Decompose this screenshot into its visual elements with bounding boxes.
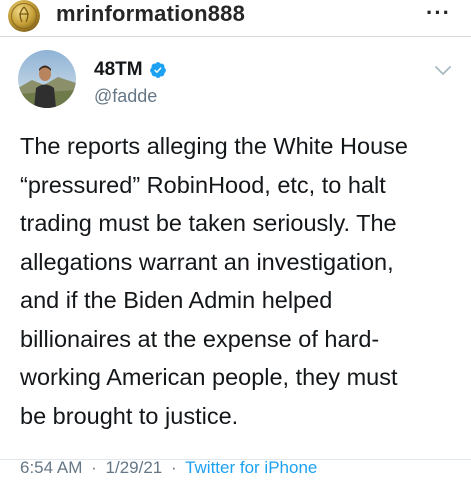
chevron-down-icon[interactable] bbox=[435, 65, 451, 77]
tweet-display-name[interactable]: 48TM bbox=[94, 59, 143, 81]
tweet-metadata: 6:54 AM · 1/29/21 · Twitter for iPhone bbox=[20, 458, 317, 478]
profile-photo-icon bbox=[18, 50, 76, 108]
gold-coin-avatar-icon bbox=[8, 0, 40, 32]
tweet-source-link[interactable]: Twitter for iPhone bbox=[185, 458, 317, 477]
instagram-username[interactable]: mrinformation888 bbox=[56, 1, 245, 27]
tweet-author-avatar[interactable] bbox=[18, 50, 76, 108]
tweet-text-line: billionaires at the expense of hard- bbox=[20, 325, 380, 352]
instagram-avatar[interactable] bbox=[8, 0, 40, 32]
tweet-text-line: “pressured” RobinHood, etc, to halt bbox=[20, 171, 386, 198]
tweet-text-line: working American people, they must bbox=[20, 364, 398, 390]
tweet-text-line: and if the Biden Admin helped bbox=[20, 287, 333, 313]
instagram-post-header: mrinformation888 ··· bbox=[0, 0, 471, 34]
tweet-text-line: allegations warrant an investigation, bbox=[20, 248, 394, 275]
tweet-text: The reports alleging the White House “pr… bbox=[20, 127, 460, 435]
tweet-handle[interactable]: @fadde bbox=[94, 86, 157, 107]
tweet-text-line: be brought to justice. bbox=[20, 402, 239, 429]
tweet-bottom-divider bbox=[0, 459, 471, 460]
verified-badge-icon bbox=[149, 62, 166, 78]
tweet-text-line: trading must be taken seriously. The bbox=[20, 210, 397, 236]
tweet-text-line: The reports alleging the White House bbox=[20, 133, 408, 159]
meta-separator: · bbox=[170, 458, 177, 477]
tweet-date[interactable]: 1/29/21 bbox=[106, 458, 163, 477]
tweet-time[interactable]: 6:54 AM bbox=[20, 458, 82, 477]
more-options-icon[interactable]: ··· bbox=[426, 0, 451, 26]
tweet-card: 48TM @fadde The reports alleging the Whi… bbox=[0, 37, 471, 500]
meta-separator: · bbox=[91, 458, 97, 477]
tweet-author-name-row[interactable]: 48TM bbox=[94, 59, 167, 81]
